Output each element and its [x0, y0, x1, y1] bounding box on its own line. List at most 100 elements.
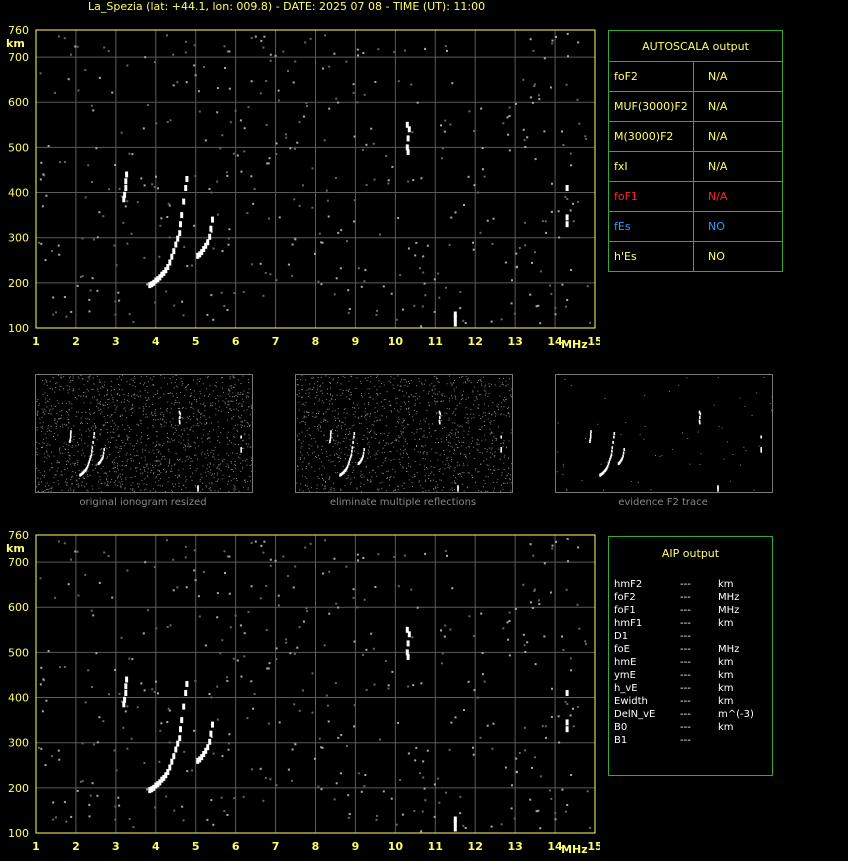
thumb-noise — [421, 383, 423, 385]
thumb-noise — [105, 472, 107, 474]
thumb-noise — [130, 429, 132, 430]
thumb-noise — [124, 445, 126, 447]
thumb-noise — [49, 398, 51, 400]
thumb-noise — [399, 453, 401, 455]
thumb-noise — [325, 411, 327, 413]
thumb-noise — [248, 388, 250, 390]
thumb-noise — [93, 454, 95, 456]
thumb-noise — [143, 489, 145, 491]
thumb-noise — [36, 448, 38, 450]
thumb-noise — [71, 440, 73, 442]
thumb-noise — [176, 379, 178, 381]
thumb-noise — [237, 424, 239, 426]
noise-dot — [327, 215, 330, 218]
thumb-noise — [67, 427, 69, 429]
noise-dot — [277, 594, 280, 597]
thumb-noise — [351, 425, 353, 427]
thumb-noise — [216, 394, 218, 396]
thumb-noise — [376, 389, 378, 391]
y-tick-label: 500 — [8, 646, 29, 659]
thumb-noise — [185, 407, 187, 409]
thumb-noise — [399, 461, 401, 463]
thumb-noise — [87, 474, 88, 476]
thumb-noise — [36, 427, 38, 428]
thumb-noise — [197, 379, 199, 381]
thumb-noise — [398, 440, 400, 442]
noise-dot — [395, 823, 398, 826]
thumb-noise — [118, 475, 119, 477]
thumb-noise — [368, 451, 370, 453]
thumb-noise — [170, 392, 171, 394]
thumb-noise — [56, 382, 58, 384]
thumb-noise — [58, 483, 60, 485]
thumb-noise — [65, 443, 67, 445]
thumb-noise — [77, 461, 79, 463]
noise-dot — [411, 636, 414, 639]
thumb-noise — [403, 487, 405, 489]
thumb-noise — [43, 491, 44, 493]
x-tick-label: 10 — [388, 335, 404, 348]
noise-dot — [184, 545, 187, 548]
thumb-noise — [247, 379, 249, 381]
thumb-noise — [476, 448, 478, 450]
noise-dot — [91, 181, 93, 183]
thumb-noise — [428, 405, 430, 407]
thumb-trace-point — [91, 449, 93, 453]
thumb-noise — [455, 434, 456, 436]
thumb-noise — [308, 388, 310, 390]
noise-dot — [294, 565, 297, 568]
thumb-noise — [104, 482, 106, 484]
thumb-noise — [63, 376, 65, 378]
noise-dot — [529, 798, 532, 801]
thumbnail-caption: evidence F2 trace — [618, 497, 708, 508]
thumb-noise — [77, 411, 79, 413]
noise-dot — [532, 49, 535, 52]
noise-dot — [169, 624, 172, 627]
thumb-noise — [309, 434, 311, 436]
thumb-noise — [486, 451, 488, 453]
thumb-noise — [199, 390, 201, 392]
thumb-noise — [369, 471, 371, 473]
thumb-noise — [505, 398, 507, 400]
noise-dot — [96, 289, 99, 292]
aip-value: --- — [680, 683, 691, 694]
thumb-noise — [458, 474, 460, 476]
thumb-noise — [90, 427, 92, 429]
aip-value: --- — [680, 605, 691, 616]
thumb-noise — [197, 409, 199, 411]
noise-dot — [247, 106, 250, 109]
thumb-noise — [107, 393, 109, 395]
thumb-noise — [231, 400, 233, 402]
aip-value: --- — [680, 657, 691, 668]
thumb-noise — [230, 461, 232, 463]
thumb-noise — [348, 390, 349, 392]
thumb-noise — [96, 399, 98, 401]
thumb-noise — [168, 393, 170, 394]
thumb-noise — [217, 490, 219, 492]
noise-dot — [476, 191, 479, 194]
thumb-noise — [415, 392, 417, 394]
thumb-noise — [124, 407, 126, 409]
thumb-noise — [463, 463, 464, 465]
noise-dot — [269, 558, 272, 561]
x-tick-label: 3 — [112, 840, 120, 853]
thumb-noise — [510, 394, 512, 396]
thumb-noise — [232, 392, 234, 394]
thumb-noise — [73, 439, 75, 440]
y-tick-label: 700 — [8, 556, 29, 569]
thumb-noise — [81, 484, 83, 486]
thumb-noise — [398, 416, 400, 418]
thumb-noise — [207, 437, 209, 439]
thumb-noise — [450, 436, 451, 438]
noise-dot — [115, 769, 118, 772]
thumb-noise — [319, 425, 321, 427]
noise-dot — [216, 213, 219, 216]
thumb-noise — [463, 382, 465, 384]
thumb-noise — [130, 488, 132, 490]
thumb-noise — [472, 391, 474, 393]
thumb-noise — [438, 469, 440, 471]
aip-row: B1 --- — [614, 735, 774, 748]
thumb-noise — [111, 394, 113, 396]
thumb-noise — [65, 461, 67, 462]
noise-dot — [172, 558, 175, 561]
